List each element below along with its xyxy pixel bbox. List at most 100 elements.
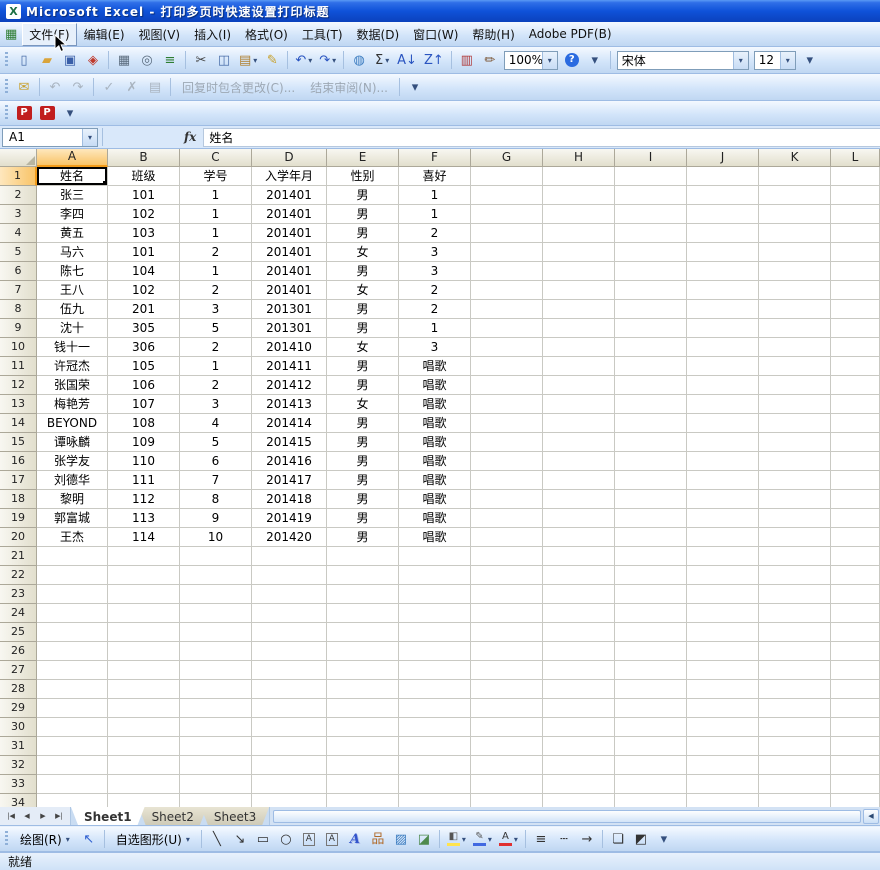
- cell-L6[interactable]: [831, 262, 880, 281]
- row-header-14[interactable]: 14: [0, 414, 37, 433]
- toolbar-options-icon[interactable]: ▾: [584, 50, 606, 70]
- cell-G7[interactable]: [471, 281, 543, 300]
- cell-C25[interactable]: [180, 623, 252, 642]
- cell-J30[interactable]: [687, 718, 759, 737]
- row-header-9[interactable]: 9: [0, 319, 37, 338]
- cell-I1[interactable]: [615, 167, 687, 186]
- cell-A21[interactable]: [37, 547, 108, 566]
- cell-D33[interactable]: [252, 775, 327, 794]
- cell-L12[interactable]: [831, 376, 880, 395]
- cell-D30[interactable]: [252, 718, 327, 737]
- cell-B16[interactable]: 110: [108, 452, 180, 471]
- menu-item-tools[interactable]: 工具(T): [295, 23, 350, 46]
- cell-F1[interactable]: 喜好: [399, 167, 471, 186]
- cell-D7[interactable]: 201401: [252, 281, 327, 300]
- cell-D11[interactable]: 201411: [252, 357, 327, 376]
- column-header-A[interactable]: A: [37, 149, 108, 167]
- cell-J22[interactable]: [687, 566, 759, 585]
- row-header-28[interactable]: 28: [0, 680, 37, 699]
- cell-B22[interactable]: [108, 566, 180, 585]
- cell-G5[interactable]: [471, 243, 543, 262]
- diagram-icon[interactable]: 品: [367, 829, 389, 849]
- cell-D4[interactable]: 201401: [252, 224, 327, 243]
- toolbar-grip[interactable]: [5, 831, 8, 847]
- cell-B34[interactable]: [108, 794, 180, 807]
- cell-E11[interactable]: 男: [327, 357, 399, 376]
- print-preview-icon[interactable]: ◎: [136, 50, 158, 70]
- cell-I18[interactable]: [615, 490, 687, 509]
- print-icon[interactable]: ▦: [113, 50, 135, 70]
- cell-B13[interactable]: 107: [108, 395, 180, 414]
- cell-L18[interactable]: [831, 490, 880, 509]
- cell-J15[interactable]: [687, 433, 759, 452]
- undo-icon[interactable]: ↶▾: [292, 50, 315, 70]
- cell-K28[interactable]: [759, 680, 831, 699]
- menu-item-edit[interactable]: 编辑(E): [77, 23, 132, 46]
- zoom-combo[interactable]: 100%▾: [504, 51, 558, 70]
- cell-G26[interactable]: [471, 642, 543, 661]
- cell-A28[interactable]: [37, 680, 108, 699]
- cell-J26[interactable]: [687, 642, 759, 661]
- cell-H8[interactable]: [543, 300, 615, 319]
- font-toolbar-options-icon[interactable]: ▾: [799, 50, 821, 70]
- horizontal-scrollbar-thumb[interactable]: [273, 810, 861, 823]
- cell-H7[interactable]: [543, 281, 615, 300]
- cell-H34[interactable]: [543, 794, 615, 807]
- cell-B30[interactable]: [108, 718, 180, 737]
- cell-L22[interactable]: [831, 566, 880, 585]
- cell-C24[interactable]: [180, 604, 252, 623]
- line-style-icon[interactable]: ≡: [530, 829, 552, 849]
- cell-F25[interactable]: [399, 623, 471, 642]
- research-icon[interactable]: ≡: [159, 50, 181, 70]
- cell-J16[interactable]: [687, 452, 759, 471]
- row-header-32[interactable]: 32: [0, 756, 37, 775]
- cell-L29[interactable]: [831, 699, 880, 718]
- cell-J18[interactable]: [687, 490, 759, 509]
- cell-G23[interactable]: [471, 585, 543, 604]
- cell-I7[interactable]: [615, 281, 687, 300]
- cell-A7[interactable]: 王八: [37, 281, 108, 300]
- row-header-20[interactable]: 20: [0, 528, 37, 547]
- cell-A15[interactable]: 谭咏麟: [37, 433, 108, 452]
- row-header-29[interactable]: 29: [0, 699, 37, 718]
- cell-H26[interactable]: [543, 642, 615, 661]
- cell-L23[interactable]: [831, 585, 880, 604]
- cell-G4[interactable]: [471, 224, 543, 243]
- cell-C18[interactable]: 8: [180, 490, 252, 509]
- menu-item-data[interactable]: 数据(D): [350, 23, 407, 46]
- row-header-13[interactable]: 13: [0, 395, 37, 414]
- cell-L20[interactable]: [831, 528, 880, 547]
- menu-item-window[interactable]: 窗口(W): [406, 23, 465, 46]
- drawing-toggle-icon[interactable]: ✏: [479, 50, 501, 70]
- toolbar-grip[interactable]: [5, 79, 8, 95]
- shadow-style-icon[interactable]: ❏: [607, 829, 629, 849]
- convert-to-adobe-pdf-icon[interactable]: P: [13, 103, 35, 123]
- cell-B19[interactable]: 113: [108, 509, 180, 528]
- cell-E16[interactable]: 男: [327, 452, 399, 471]
- cell-D6[interactable]: 201401: [252, 262, 327, 281]
- cell-K27[interactable]: [759, 661, 831, 680]
- cell-H11[interactable]: [543, 357, 615, 376]
- cell-B1[interactable]: 班级: [108, 167, 180, 186]
- cell-J24[interactable]: [687, 604, 759, 623]
- cell-E2[interactable]: 男: [327, 186, 399, 205]
- cell-G22[interactable]: [471, 566, 543, 585]
- cell-D18[interactable]: 201418: [252, 490, 327, 509]
- cell-A34[interactable]: [37, 794, 108, 807]
- cell-B3[interactable]: 102: [108, 205, 180, 224]
- row-header-30[interactable]: 30: [0, 718, 37, 737]
- fill-color-icon-dropdown-icon[interactable]: ▾: [462, 835, 466, 844]
- format-painter-icon[interactable]: ✎: [261, 50, 283, 70]
- redo-icon[interactable]: ↷▾: [316, 50, 339, 70]
- cell-B20[interactable]: 114: [108, 528, 180, 547]
- cell-L2[interactable]: [831, 186, 880, 205]
- cell-E26[interactable]: [327, 642, 399, 661]
- cell-H27[interactable]: [543, 661, 615, 680]
- column-header-G[interactable]: G: [471, 149, 543, 167]
- cell-G29[interactable]: [471, 699, 543, 718]
- cell-F12[interactable]: 唱歌: [399, 376, 471, 395]
- cell-L10[interactable]: [831, 338, 880, 357]
- cell-L5[interactable]: [831, 243, 880, 262]
- cell-B24[interactable]: [108, 604, 180, 623]
- cell-C13[interactable]: 3: [180, 395, 252, 414]
